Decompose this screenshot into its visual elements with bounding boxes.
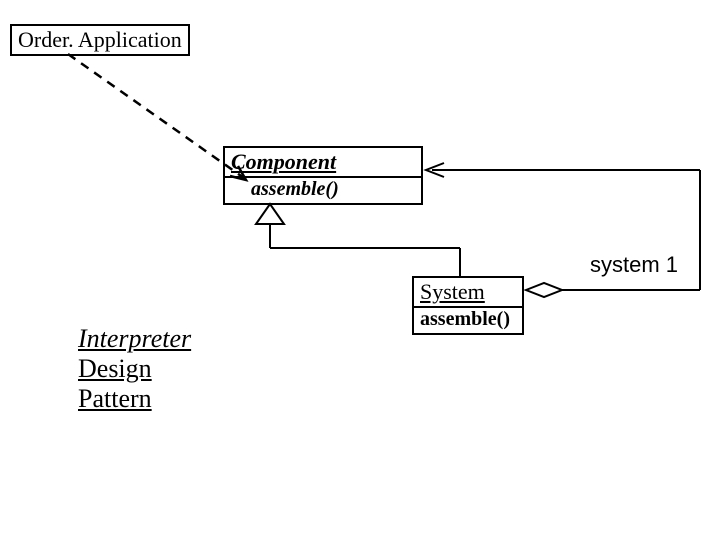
class-system-method: assemble() (414, 308, 522, 333)
class-component: Component assemble() (223, 146, 423, 205)
class-component-method: assemble() (225, 178, 421, 203)
class-system: System assemble() (412, 276, 524, 335)
role-label-system1: system 1 (590, 252, 678, 278)
dependency-orderapp-to-component (68, 54, 246, 180)
class-order-application: Order. Application (10, 24, 190, 56)
class-component-name: Component (225, 148, 421, 176)
pattern-line2: Design (78, 354, 191, 384)
pattern-line1: Interpreter (78, 324, 191, 354)
class-system-name: System (414, 278, 522, 306)
pattern-line3: Pattern (78, 384, 191, 414)
class-order-application-name: Order. Application (12, 26, 188, 54)
pattern-name-label: Interpreter Design Pattern (78, 324, 191, 414)
generalization-system-to-component (256, 204, 460, 276)
